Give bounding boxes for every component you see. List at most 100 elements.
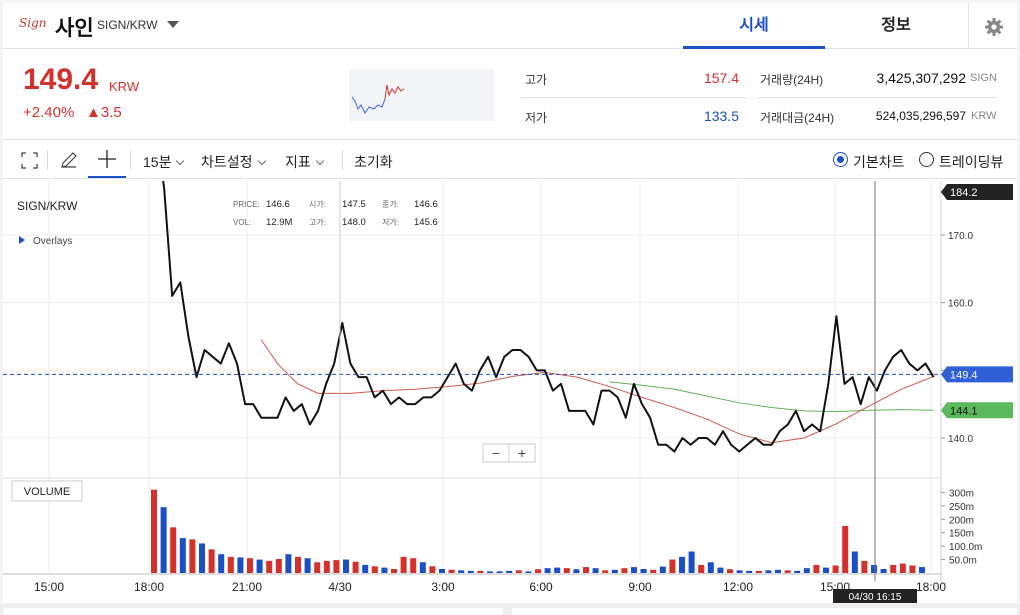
volume-bar <box>650 569 657 573</box>
low-value: 133.5 <box>703 108 739 124</box>
coin-pair[interactable]: SIGN/KRW <box>97 18 157 32</box>
volume-bar <box>179 538 186 573</box>
volume-bar <box>487 571 493 573</box>
settings-button[interactable] <box>968 3 1017 49</box>
volume-bar <box>909 565 916 573</box>
crosshair-tool[interactable] <box>88 140 126 178</box>
tab-info[interactable]: 정보 <box>825 3 967 49</box>
plus-icon: + <box>518 445 526 461</box>
crosshair-time-label: 04/30 16:15 <box>849 592 902 603</box>
volume-bar <box>189 539 196 573</box>
volume-bar <box>544 568 551 573</box>
volume-bar <box>592 568 599 573</box>
volume-bar <box>794 570 801 573</box>
volume-value: 3,425,307,292 <box>876 70 966 86</box>
volume-bar <box>535 569 541 573</box>
volume-bar <box>583 567 589 573</box>
chart-settings-menu[interactable]: 차트설정 <box>201 152 266 172</box>
coin-dropdown-icon[interactable] <box>167 21 179 28</box>
volume-bar <box>919 567 925 573</box>
volume-bar <box>631 567 637 573</box>
volume-bar <box>573 569 580 573</box>
divider <box>342 150 343 170</box>
coin-name[interactable]: 사인 <box>55 12 94 42</box>
ohlc-value: 147.5 <box>342 199 366 210</box>
ma-long-line <box>609 381 934 413</box>
volume-bar <box>871 564 877 573</box>
volume-bar <box>621 568 628 573</box>
mini-chart <box>349 69 494 121</box>
volume-bar <box>659 566 666 573</box>
ohlc-value: 12.9M <box>266 217 292 228</box>
volume-bar <box>611 569 618 573</box>
divider <box>757 97 997 98</box>
volume-tick-label: 50.0m <box>949 556 977 567</box>
time-tick-label: 18:00 <box>134 580 164 594</box>
pencil-icon[interactable] <box>59 150 79 170</box>
volume-bar <box>295 556 301 573</box>
ohlc-label: VOL: <box>233 218 251 227</box>
overlays-label: Overlays <box>33 236 72 247</box>
minus-icon: − <box>492 445 500 461</box>
volume-bar <box>266 560 273 573</box>
chart-canvas[interactable]: 140.0150.0160.0170.015:0018:0021:004/303… <box>3 181 1017 603</box>
change-amount: ▲3.5 <box>86 104 122 121</box>
volume-tick-label: 250m <box>949 502 974 513</box>
fullscreen-icon[interactable] <box>21 152 38 169</box>
volume-bar <box>746 570 753 573</box>
volume-bar <box>237 557 244 573</box>
change-percent: +2.40% <box>23 104 75 121</box>
volume-bar <box>467 570 474 573</box>
volume-bar <box>314 562 321 573</box>
volume-bar <box>381 567 388 573</box>
volume-bar <box>515 570 522 573</box>
volume-bar <box>563 568 570 573</box>
crosshair-icon <box>98 150 116 168</box>
volume-bar <box>151 489 157 573</box>
volume-bar <box>199 543 205 573</box>
volume-bar <box>256 559 263 573</box>
price-chart[interactable]: 140.0150.0160.0170.015:0018:0021:004/303… <box>3 181 1017 603</box>
ohlc-label: 시가: <box>309 200 326 209</box>
bottom-panels <box>0 604 1020 615</box>
volume-bar <box>554 567 561 573</box>
tab-price[interactable]: 시세 <box>683 3 825 49</box>
interval-label: 15분 <box>143 154 172 170</box>
basic-chart-label[interactable]: 기본차트 <box>853 152 905 172</box>
indicators-label: 지표 <box>285 154 311 170</box>
volume-bar <box>679 556 685 573</box>
volume-bar <box>304 558 311 573</box>
volume-bar <box>285 554 292 573</box>
chart-pair-label: SIGN/KRW <box>17 199 78 213</box>
volume-bar <box>343 559 349 573</box>
volume-bar <box>391 568 397 573</box>
reset-button[interactable]: 초기화 <box>354 152 393 172</box>
volume-bar <box>765 570 772 573</box>
volume-bar <box>717 567 724 573</box>
gear-icon <box>985 18 1003 36</box>
indicators-menu[interactable]: 지표 <box>285 152 325 172</box>
price-tick-label: 170.0 <box>948 231 973 242</box>
volume-bar <box>419 562 426 573</box>
tradingview-radio[interactable] <box>919 152 934 167</box>
chart-card: Sign 사인 SIGN/KRW 시세 정보 149.4 KRW +2.40% … <box>3 3 1017 603</box>
price-unit: KRW <box>109 79 140 94</box>
tradingview-label[interactable]: 트레이딩뷰 <box>939 152 1003 172</box>
volume-bar <box>755 570 762 573</box>
volume-bar <box>218 554 225 573</box>
volume-bar <box>832 565 839 573</box>
volume-bar <box>477 570 484 573</box>
interval-select[interactable]: 15분 <box>143 152 185 172</box>
amount-label: 거래대금(24H) <box>760 111 835 125</box>
volume-bar <box>506 570 513 573</box>
basic-chart-radio[interactable] <box>833 152 848 167</box>
time-tick-label: 15:00 <box>34 580 64 594</box>
volume-bar <box>899 563 906 573</box>
ohlc-value: 146.6 <box>414 199 438 210</box>
volume-bar <box>803 568 810 573</box>
volume-bar <box>496 571 503 573</box>
current-price: 149.4 <box>23 63 99 96</box>
time-tick-label: 9:00 <box>628 580 652 594</box>
chart-toolbar: 15분 차트설정 지표 초기화 기본차트 트레이딩뷰 <box>3 139 1017 179</box>
volume-label: 거래량(24H) <box>760 73 824 87</box>
